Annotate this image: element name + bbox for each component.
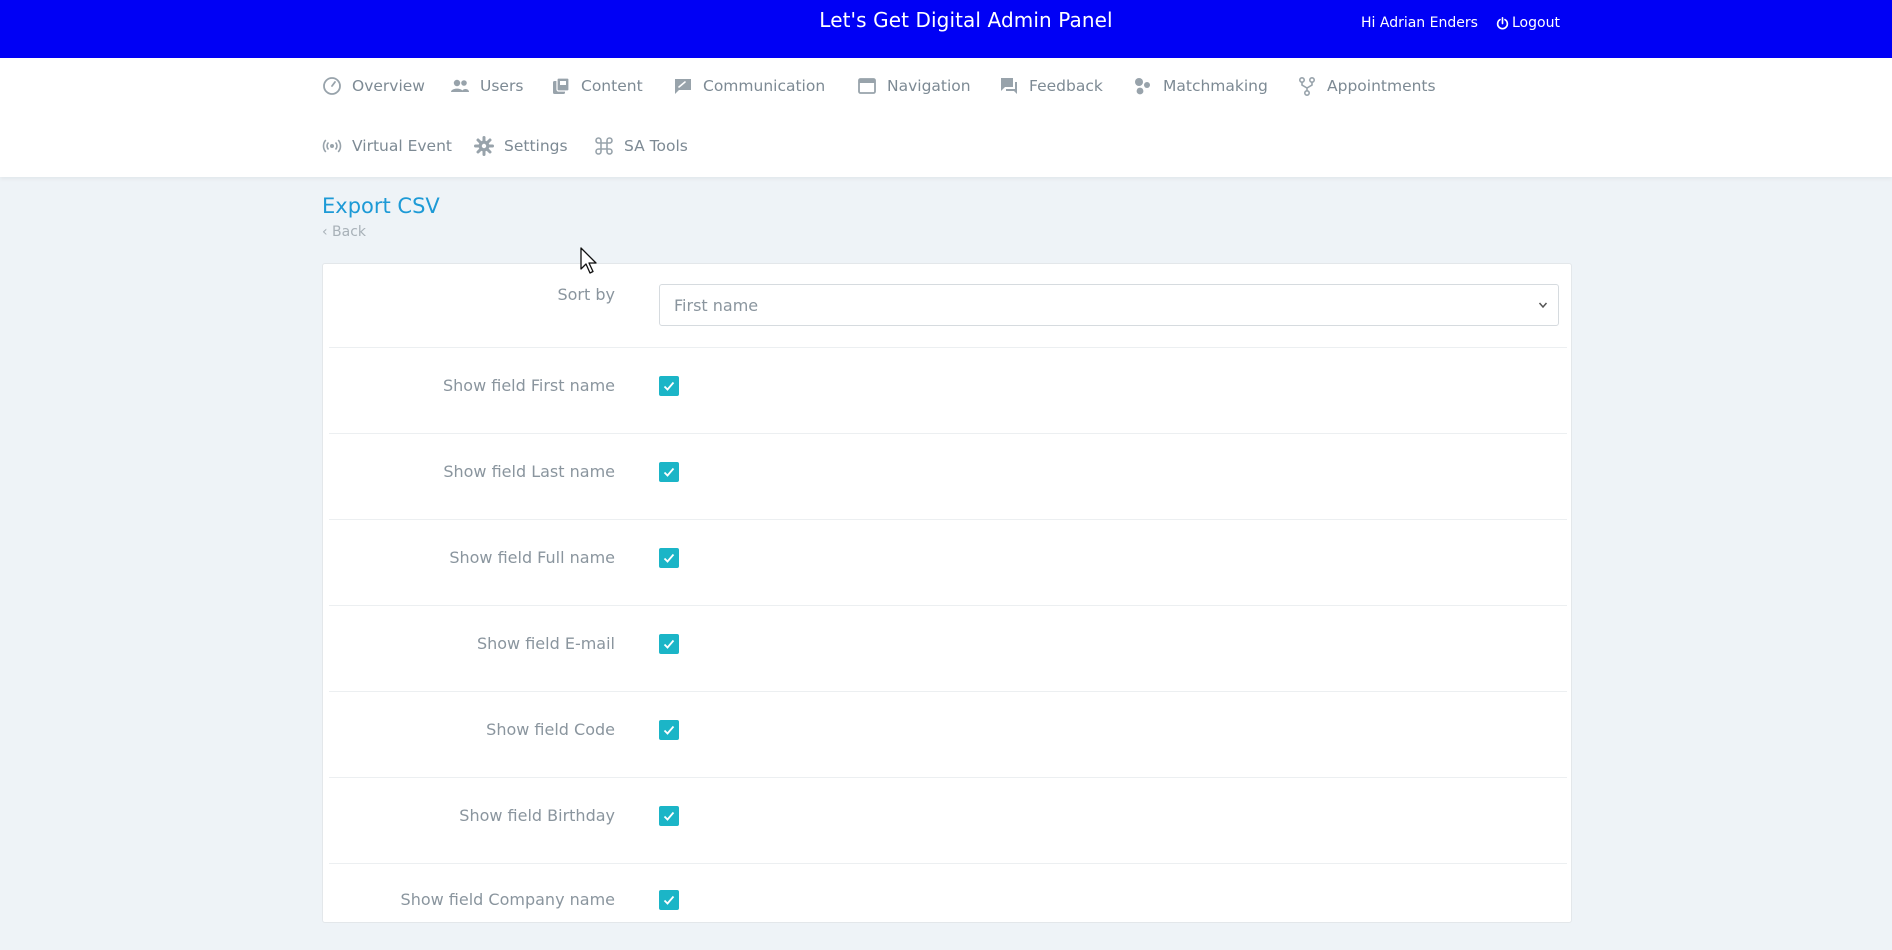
- sort-label: Sort by: [557, 285, 615, 304]
- bubbles-icon: [1135, 78, 1150, 95]
- check-icon: [663, 467, 675, 477]
- nav-label: Content: [581, 77, 643, 95]
- chevron-down-icon: [1538, 302, 1548, 309]
- check-icon: [663, 725, 675, 735]
- nav-item-communication[interactable]: Communication: [673, 76, 825, 96]
- field-label: Show field Full name: [449, 548, 615, 567]
- window-icon: [858, 78, 876, 94]
- field-checkbox[interactable]: [659, 806, 679, 826]
- logout-label: Logout: [1512, 15, 1560, 31]
- field-row: Show field Full name: [329, 520, 1567, 606]
- field-label: Show field Last name: [443, 462, 615, 481]
- check-icon: [663, 553, 675, 563]
- nav-item-matchmaking[interactable]: Matchmaking: [1133, 76, 1268, 96]
- content-icon: [553, 77, 570, 94]
- nav-item-sa-tools[interactable]: SA Tools: [594, 136, 688, 156]
- field-label: Show field Birthday: [459, 806, 615, 825]
- broadcast-icon: [322, 139, 342, 153]
- page-title: Export CSV: [322, 194, 440, 218]
- nav-item-overview[interactable]: Overview: [322, 76, 425, 96]
- nav-label: Overview: [352, 77, 425, 95]
- field-checkbox[interactable]: [659, 890, 679, 910]
- field-checkbox[interactable]: [659, 548, 679, 568]
- check-icon: [663, 895, 675, 905]
- nav-item-settings[interactable]: Settings: [474, 136, 568, 156]
- nav-label: Matchmaking: [1163, 77, 1268, 95]
- sort-select[interactable]: First name: [659, 284, 1559, 326]
- field-row: Show field Code: [329, 692, 1567, 778]
- field-row: Show field E-mail: [329, 606, 1567, 692]
- nav-label: Feedback: [1029, 77, 1103, 95]
- communication-icon: [675, 79, 691, 94]
- nav-item-virtual-event[interactable]: Virtual Event: [322, 136, 452, 156]
- nav-label: Virtual Event: [352, 137, 452, 155]
- field-row: Show field First name: [329, 348, 1567, 434]
- check-icon: [663, 639, 675, 649]
- field-row: Show field Birthday: [329, 778, 1567, 864]
- field-checkbox[interactable]: [659, 634, 679, 654]
- nav-item-users[interactable]: Users: [450, 76, 523, 96]
- app-title: Let's Get Digital Admin Panel: [819, 8, 1113, 32]
- back-link[interactable]: ‹ Back: [322, 224, 366, 240]
- command-icon: [595, 137, 613, 155]
- gear-icon: [474, 136, 494, 156]
- top-bar: Let's Get Digital Admin Panel Hi Adrian …: [0, 0, 1892, 58]
- sort-row: Sort by First name: [329, 264, 1567, 348]
- export-form-card: Sort by First name Show field First name…: [322, 263, 1572, 923]
- field-checkbox[interactable]: [659, 462, 679, 482]
- power-icon: [1496, 16, 1509, 29]
- field-row: Show field Company name: [329, 864, 1567, 950]
- nav-item-navigation[interactable]: Navigation: [857, 76, 971, 96]
- nav-label: Navigation: [887, 77, 971, 95]
- check-icon: [663, 811, 675, 821]
- nav-label: Appointments: [1327, 77, 1436, 95]
- nav-label: Communication: [703, 77, 826, 95]
- mouse-cursor-icon: [580, 247, 597, 274]
- users-icon: [451, 79, 469, 92]
- fork-icon: [1298, 76, 1316, 96]
- field-row: Show field Last name: [329, 434, 1567, 520]
- nav-item-feedback[interactable]: Feedback: [999, 76, 1103, 96]
- nav-item-appointments[interactable]: Appointments: [1297, 76, 1436, 96]
- dashboard-icon: [323, 77, 341, 95]
- field-label: Show field Code: [486, 720, 615, 739]
- field-label: Show field E-mail: [476, 634, 615, 653]
- nav-label: Users: [480, 77, 524, 95]
- field-label: Show field First name: [443, 376, 615, 395]
- user-greeting: Hi Adrian Enders: [1361, 15, 1478, 31]
- nav-label: Settings: [504, 137, 568, 155]
- field-checkbox[interactable]: [659, 720, 679, 740]
- nav-label: SA Tools: [624, 137, 688, 155]
- nav-item-content[interactable]: Content: [551, 76, 643, 96]
- sort-select-value: First name: [674, 296, 759, 315]
- chat-icon: [1001, 78, 1017, 94]
- field-checkbox[interactable]: [659, 376, 679, 396]
- logout-button[interactable]: Logout: [1496, 15, 1560, 31]
- field-label: Show field Company name: [400, 890, 615, 909]
- check-icon: [663, 381, 675, 391]
- main-nav: Overview Users Content Communication Nav…: [0, 58, 1892, 177]
